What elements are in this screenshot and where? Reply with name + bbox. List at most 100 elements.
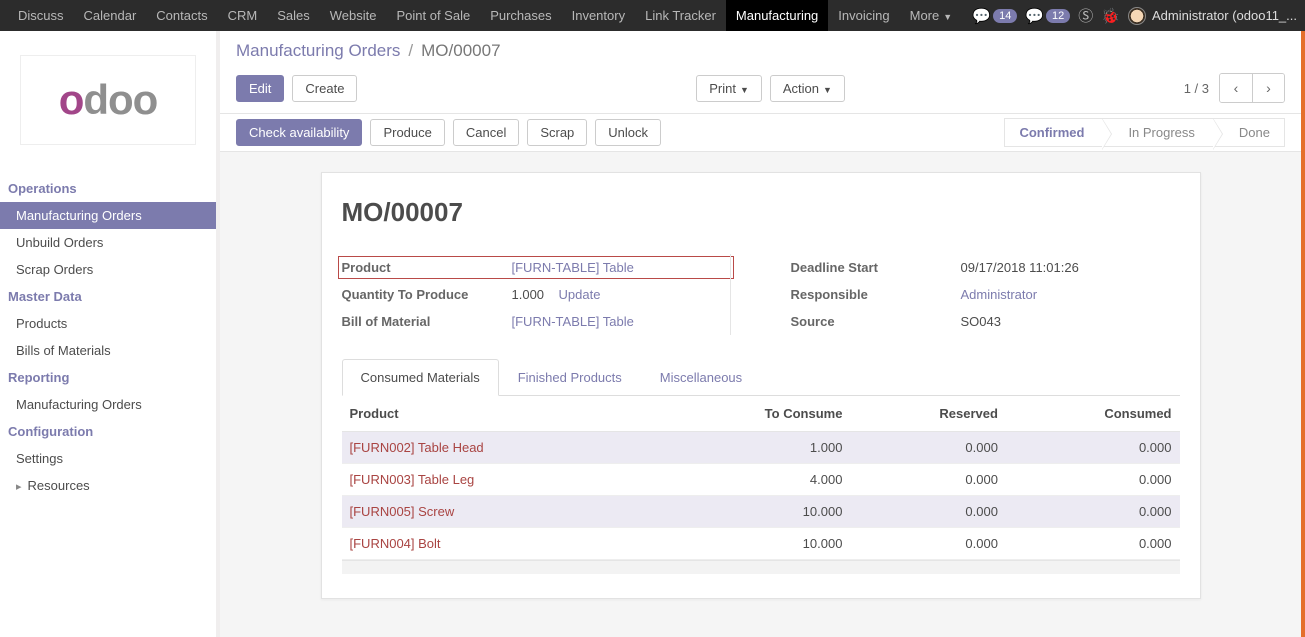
side-section-operations: Operations xyxy=(0,175,216,202)
topbar-right: 💬 14 💬 12 Ⓢ 🐞 Administrator (odoo11_... xyxy=(972,5,1297,26)
form-card: MO/00007 Product [FURN-TABLE] Table Quan… xyxy=(321,172,1201,599)
sidebar-item-resources[interactable]: Resources xyxy=(0,472,216,499)
avatar xyxy=(1128,7,1146,25)
messages-count: 14 xyxy=(993,9,1017,23)
chat-indicator[interactable]: 💬 12 xyxy=(1025,7,1070,25)
breadcrumb: Manufacturing Orders / MO/00007 xyxy=(220,31,1301,67)
pager-next-button[interactable]: › xyxy=(1252,74,1284,102)
field-qty: Quantity To Produce 1.000 Update xyxy=(342,281,730,308)
sidebar-item-scrap-orders[interactable]: Scrap Orders xyxy=(0,256,216,283)
produce-button[interactable]: Produce xyxy=(370,119,444,146)
nav-calendar[interactable]: Calendar xyxy=(74,0,147,31)
status-step-confirmed[interactable]: Confirmed xyxy=(1004,118,1102,147)
side-section-master-data: Master Data xyxy=(0,283,216,310)
cell-reserved: 0.000 xyxy=(850,464,1006,496)
check-availability-button[interactable]: Check availability xyxy=(236,119,362,146)
breadcrumb-sep: / xyxy=(408,41,413,61)
breadcrumb-parent[interactable]: Manufacturing Orders xyxy=(236,41,400,61)
nav-point-of-sale[interactable]: Point of Sale xyxy=(386,0,480,31)
cell-reserved: 0.000 xyxy=(850,432,1006,464)
nav-manufacturing[interactable]: Manufacturing xyxy=(726,0,828,31)
pager-text: 1 / 3 xyxy=(1184,81,1209,96)
nav-discuss[interactable]: Discuss xyxy=(8,0,74,31)
field-bom: Bill of Material [FURN-TABLE] Table xyxy=(342,308,730,335)
tab-miscellaneous[interactable]: Miscellaneous xyxy=(641,359,761,396)
status-bar: ConfirmedIn ProgressDone xyxy=(1004,118,1285,147)
cancel-button[interactable]: Cancel xyxy=(453,119,519,146)
pager-prev-button[interactable]: ‹ xyxy=(1220,74,1252,102)
product-link[interactable]: [FURN005] Screw xyxy=(350,504,455,519)
nav-crm[interactable]: CRM xyxy=(218,0,268,31)
print-dropdown[interactable]: Print▼ xyxy=(696,75,762,102)
label-deadline: Deadline Start xyxy=(791,260,961,275)
sidebar-item-settings[interactable]: Settings xyxy=(0,445,216,472)
product-link[interactable]: [FURN004] Bolt xyxy=(350,536,441,551)
skype-icon[interactable]: Ⓢ xyxy=(1078,5,1093,26)
create-button[interactable]: Create xyxy=(292,75,357,102)
product-link[interactable]: [FURN002] Table Head xyxy=(350,440,484,455)
cell-consumed: 0.000 xyxy=(1006,464,1180,496)
sidebar-item-unbuild-orders[interactable]: Unbuild Orders xyxy=(0,229,216,256)
label-source: Source xyxy=(791,314,961,329)
user-menu[interactable]: Administrator (odoo11_... xyxy=(1128,7,1297,25)
product-link[interactable]: [FURN003] Table Leg xyxy=(350,472,475,487)
value-product[interactable]: [FURN-TABLE] Table xyxy=(512,260,634,275)
side-section-configuration: Configuration xyxy=(0,418,216,445)
field-product: Product [FURN-TABLE] Table xyxy=(338,256,734,279)
edit-button[interactable]: Edit xyxy=(236,75,284,102)
sidebar-item-bills-of-materials[interactable]: Bills of Materials xyxy=(0,337,216,364)
side-section-reporting: Reporting xyxy=(0,364,216,391)
col-product: Product xyxy=(342,396,655,432)
field-source: Source SO043 xyxy=(791,308,1180,335)
value-source: SO043 xyxy=(961,314,1180,329)
table-row[interactable]: [FURN004] Bolt10.0000.0000.000 xyxy=(342,528,1180,560)
caret-down-icon: ▼ xyxy=(740,85,749,95)
sidebar-item-products[interactable]: Products xyxy=(0,310,216,337)
scrap-button[interactable]: Scrap xyxy=(527,119,587,146)
nav-inventory[interactable]: Inventory xyxy=(562,0,635,31)
nav-more[interactable]: More▼ xyxy=(900,0,963,31)
cell-consumed: 0.000 xyxy=(1006,528,1180,560)
action-bar: Check availability Produce Cancel Scrap Unlo… xyxy=(220,113,1301,152)
nav-link-tracker[interactable]: Link Tracker xyxy=(635,0,726,31)
chat-icon: 💬 xyxy=(1025,7,1044,25)
value-qty: 1.000 xyxy=(512,287,545,302)
label-product: Product xyxy=(342,260,512,275)
table-row[interactable]: [FURN005] Screw10.0000.0000.000 xyxy=(342,496,1180,528)
nav-purchases[interactable]: Purchases xyxy=(480,0,561,31)
table-row[interactable]: [FURN003] Table Leg4.0000.0000.000 xyxy=(342,464,1180,496)
value-bom[interactable]: [FURN-TABLE] Table xyxy=(512,314,634,329)
nav-invoicing[interactable]: Invoicing xyxy=(828,0,899,31)
label-bom: Bill of Material xyxy=(342,314,512,329)
tab-consumed-materials[interactable]: Consumed Materials xyxy=(342,359,499,396)
table-row[interactable]: [FURN002] Table Head1.0000.0000.000 xyxy=(342,432,1180,464)
action-dropdown[interactable]: Action▼ xyxy=(770,75,845,102)
status-step-in-progress[interactable]: In Progress xyxy=(1102,118,1212,147)
col-consumed: Consumed xyxy=(1006,396,1180,432)
status-step-done[interactable]: Done xyxy=(1213,118,1285,147)
unlock-button[interactable]: Unlock xyxy=(595,119,661,146)
cell-reserved: 0.000 xyxy=(850,528,1006,560)
caret-down-icon: ▼ xyxy=(943,12,952,22)
top-navbar: DiscussCalendarContactsCRMSalesWebsitePo… xyxy=(0,0,1305,31)
form-sheet: MO/00007 Product [FURN-TABLE] Table Quan… xyxy=(220,152,1301,637)
nav-contacts[interactable]: Contacts xyxy=(146,0,217,31)
update-qty-button[interactable]: Update xyxy=(559,287,601,302)
col-reserved: Reserved xyxy=(850,396,1006,432)
sidebar-item-manufacturing-orders[interactable]: Manufacturing Orders xyxy=(0,391,216,418)
materials-table: ProductTo ConsumeReservedConsumed [FURN0… xyxy=(342,396,1180,560)
cell-to-consume: 10.000 xyxy=(655,528,851,560)
tab-finished-products[interactable]: Finished Products xyxy=(499,359,641,396)
cell-to-consume: 1.000 xyxy=(655,432,851,464)
cell-consumed: 0.000 xyxy=(1006,432,1180,464)
content: Manufacturing Orders / MO/00007 Edit Cre… xyxy=(220,31,1305,637)
cell-consumed: 0.000 xyxy=(1006,496,1180,528)
nav-sales[interactable]: Sales xyxy=(267,0,320,31)
sidebar-item-manufacturing-orders[interactable]: Manufacturing Orders xyxy=(0,202,216,229)
debug-icon[interactable]: 🐞 xyxy=(1101,7,1120,25)
logo: odoo xyxy=(20,55,196,145)
nav-website[interactable]: Website xyxy=(320,0,387,31)
value-responsible[interactable]: Administrator xyxy=(961,287,1038,302)
messages-indicator[interactable]: 💬 14 xyxy=(972,7,1017,25)
cell-to-consume: 4.000 xyxy=(655,464,851,496)
